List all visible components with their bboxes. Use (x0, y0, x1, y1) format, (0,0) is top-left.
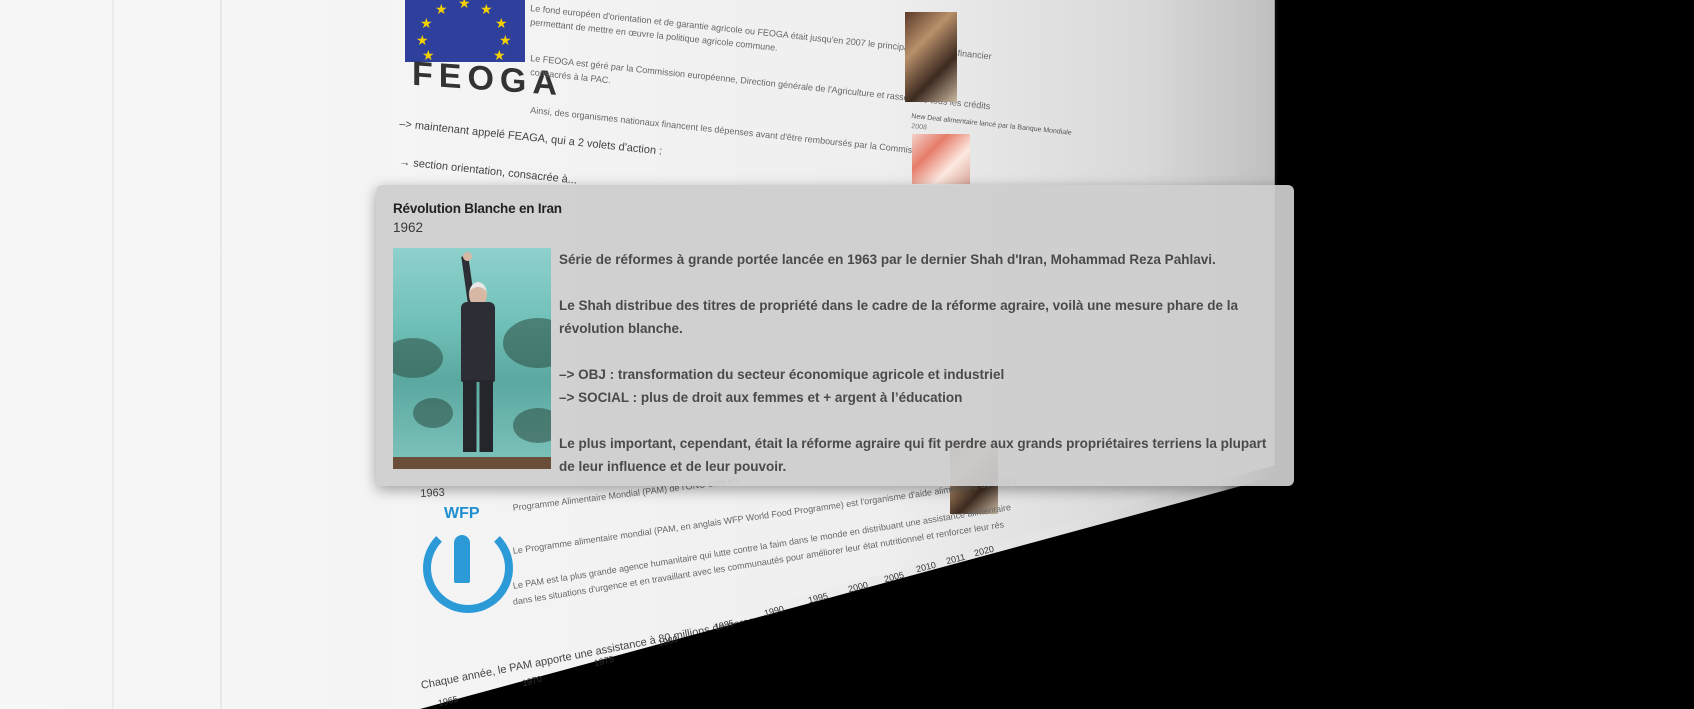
event-paragraph: –> SOCIAL : plus de droit aux femmes et … (559, 390, 963, 405)
wfp-logo: WFP (418, 505, 513, 613)
background-text-line: 2008 (910, 122, 928, 132)
event-paragraph: Le Shah distribue des titres de propriét… (559, 298, 1238, 336)
background-divider (220, 0, 222, 709)
event-popup-card[interactable]: Révolution Blanche en Iran 1962 Série de… (376, 185, 1294, 486)
background-divider (112, 0, 114, 709)
event-paragraph: Série de réformes à grande portée lancée… (559, 252, 1216, 267)
event-description: Série de réformes à grande portée lancée… (559, 248, 1274, 478)
event-paragraph: –> OBJ : transformation du secteur écono… (559, 367, 1005, 382)
wfp-logo-text: WFP (444, 505, 480, 522)
background-map-image (912, 134, 970, 184)
wfp-wheat-icon (454, 535, 470, 583)
background-photo (905, 12, 957, 102)
standing-figure (455, 252, 503, 456)
event-paragraph: Le plus important, cependant, était la r… (559, 436, 1267, 474)
event-year: 1962 (393, 220, 424, 235)
eu-flag-icon: ★ ★ ★ ★ ★ ★ ★ ★ ★ (405, 0, 525, 62)
background-year: 1963 (420, 486, 446, 500)
portrait-photo-icon (393, 248, 551, 469)
event-title: Révolution Blanche en Iran (393, 201, 562, 216)
